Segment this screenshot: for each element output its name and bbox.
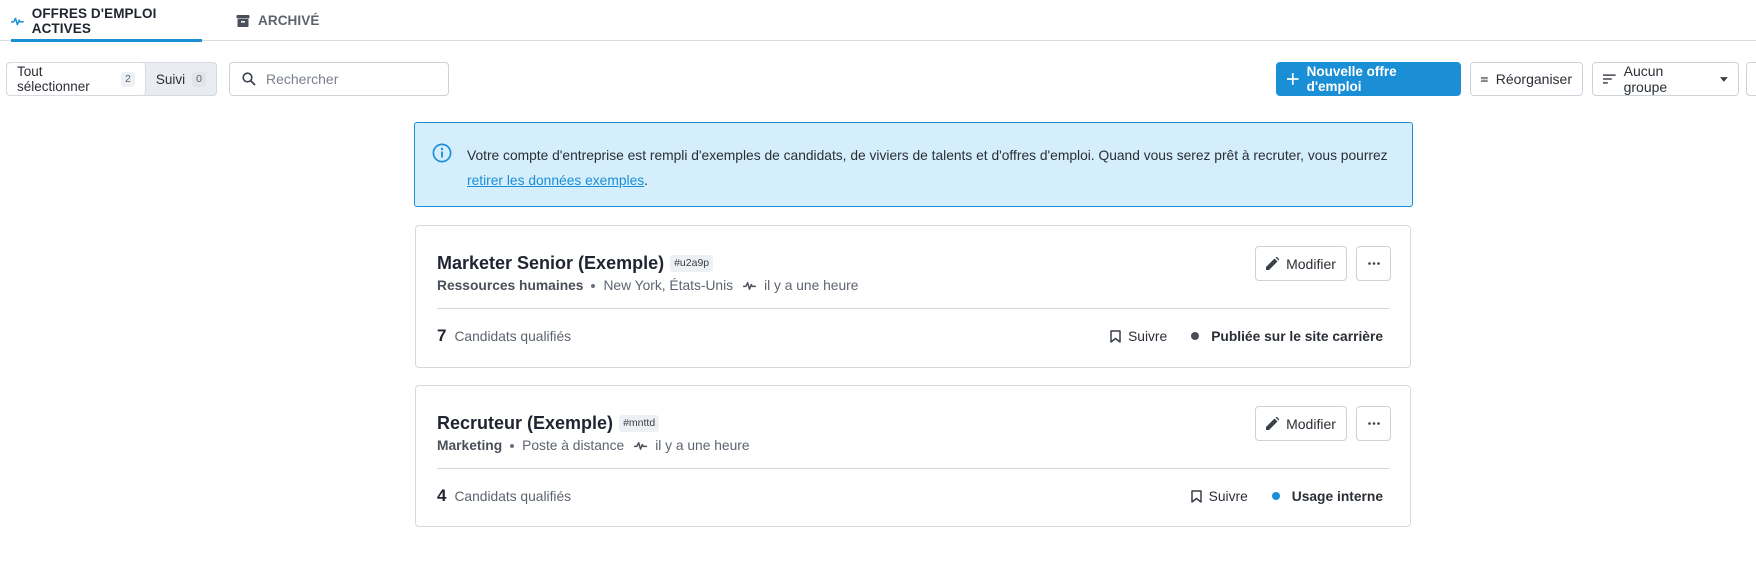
job-location: Poste à distance — [522, 438, 625, 453]
job-location: New York, États-Unis — [603, 278, 734, 293]
caret-down-icon — [1720, 76, 1728, 82]
ellipsis-icon — [1367, 262, 1380, 265]
count-badge: 2 — [121, 71, 135, 87]
job-status[interactable]: Usage interne — [1271, 488, 1383, 504]
overflow-button[interactable] — [1746, 62, 1756, 96]
edit-button[interactable]: Modifier — [1255, 406, 1347, 441]
followed-button[interactable]: Suivi 0 — [146, 63, 216, 95]
candidates-label: Candidats qualifiés — [454, 328, 572, 344]
status-label: Publiée sur le site carrière — [1211, 328, 1383, 344]
tab-archived[interactable]: ARCHIVÉ — [236, 0, 319, 41]
reorganize-button[interactable]: Réorganiser — [1470, 62, 1583, 96]
selection-toggle: Tout sélectionner 2 Suivi 0 — [6, 62, 217, 96]
new-job-label: Nouvelle offre d'emploi — [1306, 64, 1397, 94]
tab-label: OFFRES D'EMPLOI ACTIVES — [31, 5, 157, 36]
job-footer-right: Suivre Publiée sur le site carrière — [1110, 329, 1383, 344]
search-icon — [242, 72, 256, 86]
job-department: Ressources humaines — [437, 278, 584, 293]
reorganize-label: Réorganiser — [1495, 71, 1572, 87]
job-actions: Modifier — [1255, 246, 1391, 281]
bookmark-icon — [1190, 489, 1202, 503]
sort-icon — [1603, 74, 1616, 84]
separator-dot — [591, 283, 596, 288]
job-title-row: Marketer Senior (Exemple) #u2a9p — [437, 253, 714, 274]
banner-text-end: . — [644, 173, 648, 188]
search-box — [229, 62, 449, 96]
pencil-icon — [1266, 417, 1280, 430]
select-all-button[interactable]: Tout sélectionner 2 — [7, 63, 146, 95]
card-divider — [437, 468, 1390, 469]
tab-bar: OFFRES D'EMPLOI ACTIVES ARCHIVÉ — [0, 0, 1756, 42]
job-meta: Ressources humaines New York, États-Unis… — [437, 278, 858, 293]
follow-label: Suivre — [1208, 488, 1248, 504]
job-actions: Modifier — [1255, 406, 1391, 441]
status-dot — [1191, 332, 1200, 340]
job-footer: 7 Candidats qualifiés Suivre Publiée sur… — [437, 326, 1383, 346]
card-divider — [437, 308, 1390, 309]
pencil-icon — [1266, 257, 1280, 270]
banner-text: Votre compte d'entreprise est rempli d'e… — [467, 148, 1388, 163]
group-label: Aucun groupe — [1623, 63, 1668, 95]
plus-icon — [1287, 73, 1299, 85]
job-activity: il y a une heure — [655, 438, 750, 453]
candidates-label: Candidats qualifiés — [454, 488, 572, 504]
follow-label: Suivre — [1128, 328, 1168, 344]
status-label: Usage interne — [1291, 488, 1383, 504]
job-title-row: Recruteur (Exemple) #mnttd — [437, 413, 660, 434]
job-card[interactable]: Recruteur (Exemple) #mnttd Marketing Pos… — [415, 385, 1411, 527]
job-card[interactable]: Marketer Senior (Exemple) #u2a9p Ressour… — [415, 225, 1411, 368]
job-department: Marketing — [437, 438, 503, 453]
count-badge: 0 — [192, 71, 206, 87]
job-activity: il y a une heure — [764, 278, 859, 293]
edit-label: Modifier — [1286, 415, 1336, 432]
info-icon — [432, 143, 452, 163]
job-footer: 4 Candidats qualifiés Suivre Usage inter… — [437, 486, 1383, 506]
candidates-count: 4 — [437, 486, 447, 505]
job-title[interactable]: Marketer Senior (Exemple) — [437, 253, 664, 274]
job-footer-right: Suivre Usage interne — [1190, 488, 1383, 504]
candidates-count: 7 — [437, 326, 447, 345]
job-id-tag: #mnttd — [619, 415, 660, 432]
bookmark-icon — [1110, 329, 1121, 343]
remove-sample-data-link[interactable]: retirer les données exemples — [467, 173, 644, 188]
pulse-icon — [11, 17, 24, 25]
group-dropdown[interactable]: Aucun groupe — [1592, 62, 1739, 96]
more-options-button[interactable] — [1356, 246, 1391, 281]
followed-label: Suivi — [155, 71, 186, 87]
separator-dot — [510, 443, 515, 448]
job-id-tag: #u2a9p — [670, 255, 714, 272]
edit-label: Modifier — [1286, 255, 1336, 272]
status-dot — [1271, 492, 1280, 500]
pulse-icon — [634, 442, 648, 450]
tab-label: ARCHIVÉ — [258, 13, 320, 28]
list-icon — [1481, 76, 1488, 82]
ellipsis-icon — [1367, 422, 1380, 425]
job-title[interactable]: Recruteur (Exemple) — [437, 413, 613, 434]
archive-icon — [236, 14, 250, 27]
select-all-label: Tout sélectionner — [17, 64, 90, 94]
follow-button[interactable]: Suivre — [1110, 329, 1167, 344]
tab-active-jobs[interactable]: OFFRES D'EMPLOI ACTIVES — [11, 0, 202, 42]
job-status[interactable]: Publiée sur le site carrière — [1191, 329, 1383, 344]
follow-button[interactable]: Suivre — [1190, 488, 1248, 504]
job-meta: Marketing Poste à distance il y a une he… — [437, 438, 750, 453]
search-input[interactable] — [266, 71, 426, 87]
sample-data-banner: Votre compte d'entreprise est rempli d'e… — [414, 122, 1413, 207]
pulse-icon — [743, 282, 756, 290]
edit-button[interactable]: Modifier — [1255, 246, 1347, 281]
new-job-button[interactable]: Nouvelle offre d'emploi — [1276, 62, 1461, 96]
more-options-button[interactable] — [1356, 406, 1391, 441]
